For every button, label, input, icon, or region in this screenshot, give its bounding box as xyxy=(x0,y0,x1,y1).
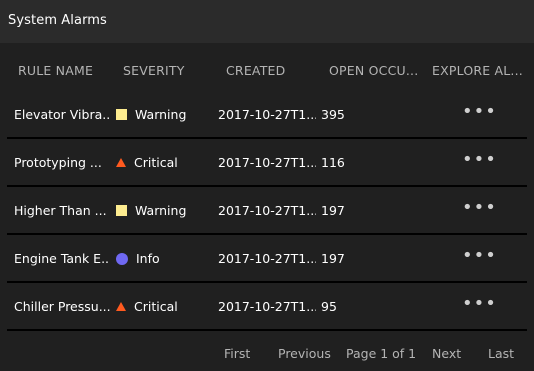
first-page-button[interactable]: First xyxy=(224,346,250,361)
previous-page-button[interactable]: Previous xyxy=(278,346,331,361)
severity-cell: Warning xyxy=(116,203,206,218)
title-bar: System Alarms xyxy=(0,0,534,43)
rule-name-cell: Engine Tank E... xyxy=(14,251,110,266)
severity-cell: Info xyxy=(116,251,206,266)
severity-cell: Critical xyxy=(116,299,206,314)
open-occurrences-cell: 95 xyxy=(321,299,337,314)
table-row[interactable]: Prototyping ... Critical 2017-10-27T1...… xyxy=(0,139,534,187)
open-occurrences-cell: 197 xyxy=(321,203,345,218)
panel-title: System Alarms xyxy=(8,13,107,28)
open-occurrences-cell: 395 xyxy=(321,107,345,122)
warning-square-icon xyxy=(116,109,127,120)
next-page-button[interactable]: Next xyxy=(432,346,461,361)
pagination: First Previous Page 1 of 1 Next Last xyxy=(0,346,534,364)
open-occurrences-cell: 116 xyxy=(321,155,345,170)
severity-label: Info xyxy=(136,251,160,266)
severity-cell: Critical xyxy=(116,155,206,170)
rule-name-cell: Higher Than ... xyxy=(14,203,107,218)
row-divider xyxy=(7,329,527,331)
rule-name-cell: Chiller Pressu... xyxy=(14,299,110,314)
warning-square-icon xyxy=(116,205,127,216)
more-options-icon[interactable]: ••• xyxy=(462,197,497,218)
created-cell: 2017-10-27T1... xyxy=(218,155,316,170)
table-header: RULE NAME SEVERITY CREATED OPEN OCCU... … xyxy=(0,58,534,84)
last-page-button[interactable]: Last xyxy=(488,346,514,361)
column-header-rule-name[interactable]: RULE NAME xyxy=(18,63,110,78)
column-header-severity[interactable]: SEVERITY xyxy=(123,63,207,78)
column-header-created[interactable]: CREATED xyxy=(226,63,316,78)
severity-label: Critical xyxy=(134,299,178,314)
severity-label: Warning xyxy=(135,203,187,218)
page-info: Page 1 of 1 xyxy=(346,346,417,361)
more-options-icon[interactable]: ••• xyxy=(462,101,497,122)
column-header-open-occurrences[interactable]: OPEN OCCU... xyxy=(329,63,427,78)
more-options-icon[interactable]: ••• xyxy=(462,149,497,170)
rule-name-cell: Elevator Vibra... xyxy=(14,107,110,122)
open-occurrences-cell: 197 xyxy=(321,251,345,266)
more-options-icon[interactable]: ••• xyxy=(462,245,497,266)
table-row[interactable]: Chiller Pressu... Critical 2017-10-27T1.… xyxy=(0,283,534,331)
table-row[interactable]: Higher Than ... Warning 2017-10-27T1... … xyxy=(0,187,534,235)
column-header-explore-alarms[interactable]: EXPLORE AL... xyxy=(432,63,532,78)
table-row[interactable]: Engine Tank E... Info 2017-10-27T1... 19… xyxy=(0,235,534,283)
info-circle-icon xyxy=(116,252,128,265)
created-cell: 2017-10-27T1... xyxy=(218,107,316,122)
severity-cell: Warning xyxy=(116,107,206,122)
severity-label: Warning xyxy=(135,107,187,122)
created-cell: 2017-10-27T1... xyxy=(218,299,316,314)
table-row[interactable]: Elevator Vibra... Warning 2017-10-27T1..… xyxy=(0,91,534,139)
created-cell: 2017-10-27T1... xyxy=(218,203,316,218)
critical-triangle-icon xyxy=(116,302,126,311)
severity-label: Critical xyxy=(134,155,178,170)
system-alarms-panel: System Alarms RULE NAME SEVERITY CREATED… xyxy=(0,0,534,371)
critical-triangle-icon xyxy=(116,158,126,167)
more-options-icon[interactable]: ••• xyxy=(462,293,497,314)
table-body: Elevator Vibra... Warning 2017-10-27T1..… xyxy=(0,91,534,331)
created-cell: 2017-10-27T1... xyxy=(218,251,316,266)
rule-name-cell: Prototyping ... xyxy=(14,155,102,170)
